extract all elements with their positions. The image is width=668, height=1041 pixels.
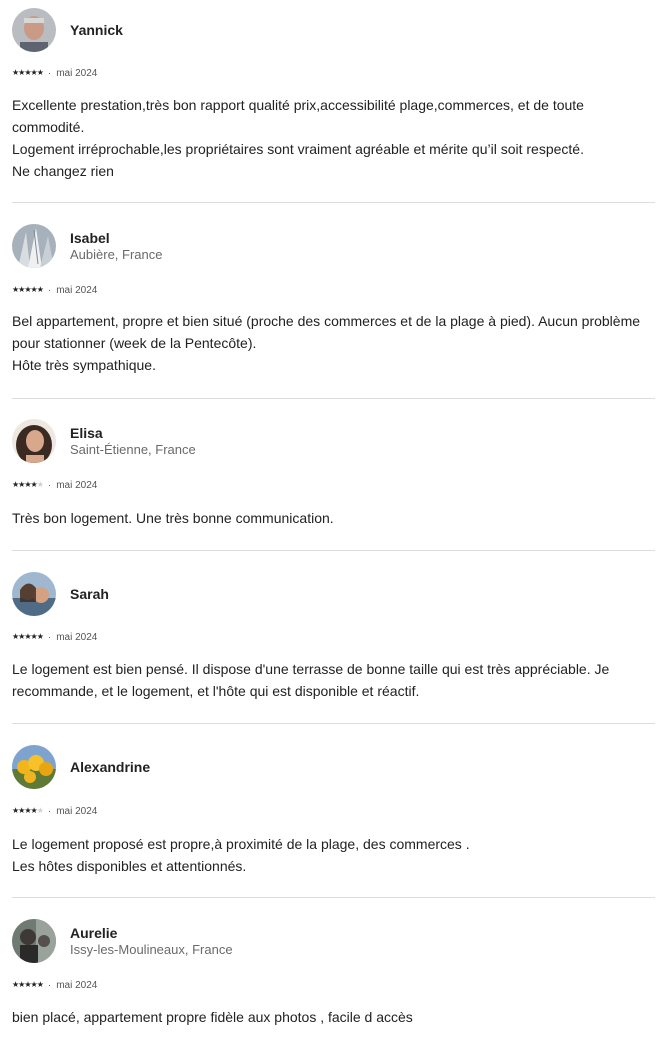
review-text-line: Bel appartement, propre et bien situé (p… <box>12 313 641 351</box>
avatar[interactable] <box>12 572 56 616</box>
winter-tree-photo-icon <box>12 224 56 268</box>
meta-separator: · <box>47 979 52 991</box>
couple-photo-icon <box>12 572 56 616</box>
reviewer-name: Alexandrine <box>70 758 151 775</box>
reviewer-header: Elisa Saint-Étienne, France <box>12 419 196 463</box>
review-text: Le logement proposé est propre,à proximi… <box>12 833 652 877</box>
star-icon: ★ <box>36 285 44 294</box>
review-text-line: Le logement est bien pensé. Il dispose d… <box>12 661 610 699</box>
review-meta: ★ ★ ★ ★ ★ · mai 2024 <box>12 478 97 492</box>
reviewer-name: Aurelie <box>70 924 118 941</box>
divider <box>12 398 655 399</box>
review-text-line: Hôte très sympathique. <box>12 357 156 373</box>
meta-separator: · <box>47 805 52 817</box>
rating-stars: ★ ★ ★ ★ ★ <box>12 630 44 644</box>
star-icon: ★ <box>36 480 44 489</box>
review-date: mai 2024 <box>56 631 98 643</box>
review-text-line: bien placé, appartement propre fidèle au… <box>12 1009 413 1025</box>
review-text-line: Ne changez rien <box>12 163 114 179</box>
yellow-flowers-photo-icon <box>12 745 56 789</box>
review-meta: ★ ★ ★ ★ ★ · mai 2024 <box>12 978 97 992</box>
reviewer-name: Sarah <box>70 585 109 602</box>
person-photo-icon <box>12 419 56 463</box>
review-text-line: Les hôtes disponibles et attentionnés. <box>12 858 247 874</box>
meta-separator: · <box>47 284 52 296</box>
review-text-line: Logement irréprochable,les propriétaires… <box>12 141 584 157</box>
review-date: mai 2024 <box>56 979 98 991</box>
reviewer-name: Elisa <box>70 424 103 441</box>
divider <box>12 202 655 203</box>
review-date: mai 2024 <box>56 67 98 79</box>
reviewer-header: Yannick <box>12 8 123 52</box>
review-text: Excellente prestation,très bon rapport q… <box>12 94 652 182</box>
star-icon: ★ <box>36 68 44 77</box>
avatar[interactable] <box>12 8 56 52</box>
review-text: Bel appartement, propre et bien situé (p… <box>12 310 652 376</box>
reviewer-location: Saint-Étienne, France <box>70 441 196 457</box>
reviewer-header: Sarah <box>12 572 109 616</box>
review-text-line: Le logement proposé est propre,à proximi… <box>12 836 470 852</box>
review-text: bien placé, appartement propre fidèle au… <box>12 1006 652 1028</box>
review-meta: ★ ★ ★ ★ ★ · mai 2024 <box>12 630 97 644</box>
review-text-line: Excellente prestation,très bon rapport q… <box>12 97 584 135</box>
review-text: Très bon logement. Une très bonne commun… <box>12 507 652 529</box>
review-date: mai 2024 <box>56 284 98 296</box>
avatar[interactable] <box>12 745 56 789</box>
divider <box>12 550 655 551</box>
reviews-list: Yannick ★ ★ ★ ★ ★ · mai 2024 Excellente pres… <box>0 0 668 1041</box>
divider <box>12 723 655 724</box>
avatar[interactable] <box>12 224 56 268</box>
meta-separator: · <box>47 67 52 79</box>
review-text-line: Très bon logement. Une très bonne commun… <box>12 510 334 526</box>
avatar[interactable] <box>12 419 56 463</box>
review-meta: ★ ★ ★ ★ ★ · mai 2024 <box>12 66 97 80</box>
review-date: mai 2024 <box>56 805 98 817</box>
rating-stars: ★ ★ ★ ★ ★ <box>12 478 44 492</box>
reviewer-header: Isabel Aubière, France <box>12 224 163 268</box>
person-photo-icon <box>12 8 56 52</box>
review-text: Le logement est bien pensé. Il dispose d… <box>12 658 652 702</box>
review-date: mai 2024 <box>56 479 98 491</box>
reviewer-header: Aurelie Issy-les-Moulineaux, France <box>12 919 233 963</box>
reviewer-location: Issy-les-Moulineaux, France <box>70 941 233 957</box>
rating-stars: ★ ★ ★ ★ ★ <box>12 804 44 818</box>
star-icon: ★ <box>36 632 44 641</box>
meta-separator: · <box>47 479 52 491</box>
review-meta: ★ ★ ★ ★ ★ · mai 2024 <box>12 804 97 818</box>
rating-stars: ★ ★ ★ ★ ★ <box>12 978 44 992</box>
reviewer-header: Alexandrine <box>12 745 150 789</box>
avatar[interactable] <box>12 919 56 963</box>
star-icon: ★ <box>36 980 44 989</box>
divider <box>12 897 655 898</box>
review-meta: ★ ★ ★ ★ ★ · mai 2024 <box>12 283 97 297</box>
person-photo-icon <box>12 919 56 963</box>
star-icon: ★ <box>36 806 44 815</box>
reviewer-location: Aubière, France <box>70 246 163 262</box>
meta-separator: · <box>47 631 52 643</box>
rating-stars: ★ ★ ★ ★ ★ <box>12 66 44 80</box>
reviewer-name: Isabel <box>70 229 110 246</box>
reviewer-name: Yannick <box>70 21 123 38</box>
rating-stars: ★ ★ ★ ★ ★ <box>12 283 44 297</box>
